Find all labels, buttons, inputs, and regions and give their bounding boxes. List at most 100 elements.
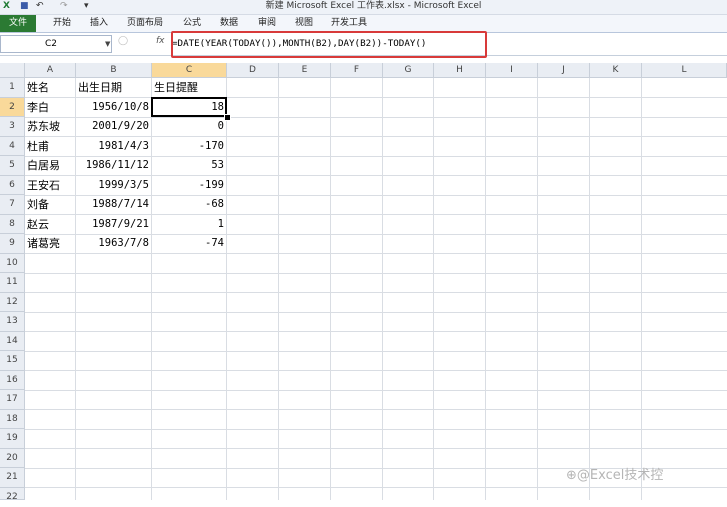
gridline	[278, 78, 279, 500]
cell-reminder[interactable]: -68	[152, 195, 227, 214]
cell-b1[interactable]: 出生日期	[76, 78, 152, 97]
row-header[interactable]: 1	[0, 78, 25, 98]
column-header-c[interactable]: C	[152, 63, 227, 78]
column-header-j[interactable]: J	[538, 63, 590, 78]
gridline	[537, 78, 538, 500]
row-header[interactable]: 5	[0, 156, 25, 176]
cell-name[interactable]: 李白	[25, 98, 76, 117]
row-header[interactable]: 20	[0, 448, 25, 468]
tab-review[interactable]: 审阅	[258, 15, 276, 32]
tab-developer[interactable]: 开发工具	[331, 15, 367, 32]
gridline	[25, 428, 727, 430]
gridline	[25, 389, 727, 391]
column-header-i[interactable]: I	[486, 63, 538, 78]
row-header[interactable]: 14	[0, 331, 25, 351]
gridline	[25, 487, 727, 488]
chevron-down-icon[interactable]: ▼	[105, 36, 110, 52]
name-box[interactable]: C2 ▼	[0, 35, 112, 53]
row-header[interactable]: 11	[0, 273, 25, 293]
gridline	[330, 78, 331, 500]
cell-reminder[interactable]: 53	[152, 156, 227, 175]
gridline	[589, 78, 590, 500]
tab-data[interactable]: 数据	[220, 15, 238, 32]
formula-input[interactable]: =DATE(YEAR(TODAY()),MONTH(B2),DAY(B2))-T…	[172, 37, 426, 51]
cell-reminder[interactable]: -74	[152, 234, 227, 253]
row-header[interactable]: 12	[0, 292, 25, 312]
cell-name[interactable]: 白居易	[25, 156, 76, 175]
gridline	[25, 331, 727, 332]
column-header-h[interactable]: H	[434, 63, 486, 78]
tab-view[interactable]: 视图	[295, 15, 313, 32]
cell-birthdate[interactable]: 1986/11/12	[76, 156, 152, 175]
tab-formulas[interactable]: 公式	[183, 15, 201, 32]
cell-name[interactable]: 刘备	[25, 195, 76, 214]
select-all-corner[interactable]	[0, 63, 25, 78]
gridline	[25, 253, 727, 254]
cell-reminder[interactable]: 0	[152, 117, 227, 136]
cell-birthdate[interactable]: 1987/9/21	[76, 215, 152, 234]
row-header[interactable]: 15	[0, 351, 25, 371]
tab-file[interactable]: 文件	[0, 15, 36, 32]
gridline	[485, 78, 486, 500]
ribbon-tabs: 文件 开始 插入 页面布局 公式 数据 审阅 视图 开发工具	[0, 15, 727, 33]
row-header[interactable]: 18	[0, 409, 25, 429]
row-header[interactable]: 17	[0, 390, 25, 410]
gridline	[25, 350, 727, 352]
gridline	[382, 78, 383, 500]
cell-birthdate[interactable]: 2001/9/20	[76, 117, 152, 136]
row-header[interactable]: 13	[0, 312, 25, 332]
gridline	[25, 370, 727, 371]
formula-bar-divider-icon: ◯	[118, 36, 129, 46]
watermark: ⊕@Excel技术控	[566, 468, 664, 483]
column-header-l[interactable]: L	[642, 63, 727, 78]
cell-reminder[interactable]: -199	[152, 176, 227, 195]
row-header[interactable]: 19	[0, 429, 25, 449]
insert-function-icon[interactable]: fx	[156, 36, 165, 46]
tab-page-layout[interactable]: 页面布局	[127, 15, 163, 32]
cell-birthdate[interactable]: 1956/10/8	[76, 98, 152, 117]
fill-handle[interactable]	[224, 114, 231, 121]
cell-birthdate[interactable]: 1963/7/8	[76, 234, 152, 253]
cell-reminder[interactable]: -170	[152, 137, 227, 156]
cell-a1[interactable]: 姓名	[25, 78, 76, 97]
column-header-d[interactable]: D	[227, 63, 279, 78]
gridline	[25, 311, 727, 313]
row-header[interactable]: 6	[0, 175, 25, 195]
cell-name[interactable]: 杜甫	[25, 137, 76, 156]
active-cell-border	[151, 97, 227, 117]
cell-name[interactable]: 王安石	[25, 176, 76, 195]
cell-name[interactable]: 赵云	[25, 215, 76, 234]
cell-birthdate[interactable]: 1988/7/14	[76, 195, 152, 214]
gridline	[25, 409, 727, 410]
column-header-f[interactable]: F	[331, 63, 383, 78]
row-header[interactable]: 16	[0, 370, 25, 390]
row-header[interactable]: 3	[0, 117, 25, 137]
gridline	[25, 272, 727, 274]
cell-birthdate[interactable]: 1999/3/5	[76, 176, 152, 195]
row-header[interactable]: 7	[0, 195, 25, 215]
cell-reminder[interactable]: 1	[152, 215, 227, 234]
gridline	[25, 448, 727, 449]
row-header[interactable]: 21	[0, 468, 25, 488]
tab-insert[interactable]: 插入	[90, 15, 108, 32]
row-header[interactable]: 4	[0, 136, 25, 156]
row-header[interactable]: 2	[0, 97, 25, 117]
cell-name[interactable]: 苏东坡	[25, 117, 76, 136]
row-header[interactable]: 22	[0, 487, 25, 502]
column-header-a[interactable]: A	[25, 63, 76, 78]
cell-c1[interactable]: 生日提醒	[152, 78, 227, 97]
column-header-b[interactable]: B	[76, 63, 152, 78]
tab-home[interactable]: 开始	[53, 15, 71, 32]
row-header[interactable]: 8	[0, 214, 25, 234]
window-title: 新建 Microsoft Excel 工作表.xlsx - Microsoft …	[265, 1, 482, 11]
cell-birthdate[interactable]: 1981/4/3	[76, 137, 152, 156]
cell-name[interactable]: 诸葛亮	[25, 234, 76, 253]
column-header-e[interactable]: E	[279, 63, 331, 78]
row-header[interactable]: 10	[0, 253, 25, 273]
row-header[interactable]: 9	[0, 234, 25, 254]
column-header-g[interactable]: G	[383, 63, 434, 78]
formula-bar: C2 ▼ ◯ fx =DATE(YEAR(TODAY()),MONTH(B2),…	[0, 33, 727, 56]
column-header-k[interactable]: K	[590, 63, 642, 78]
gridline	[433, 78, 434, 500]
worksheet-grid[interactable]: A B C D E F G H I J K L 1 2 3 4 5 6 7 8 …	[0, 63, 727, 502]
